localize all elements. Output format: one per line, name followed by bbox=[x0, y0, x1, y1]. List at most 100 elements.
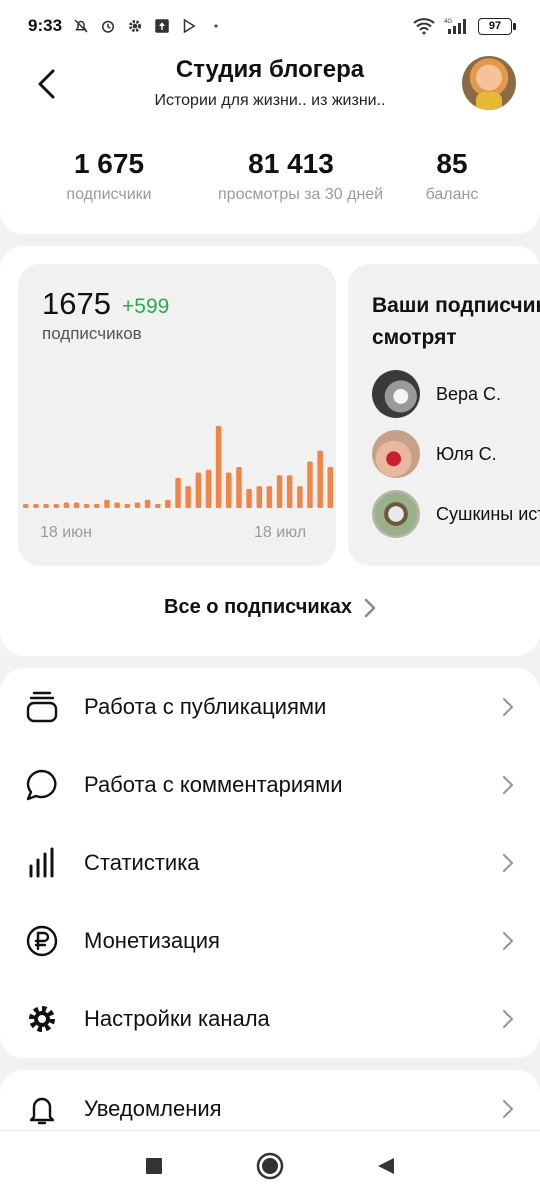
chart-bar bbox=[73, 502, 80, 508]
chart-bar bbox=[104, 499, 110, 508]
chevron-right-icon bbox=[502, 931, 514, 951]
home-circle-icon[interactable] bbox=[256, 1152, 284, 1180]
channel-avatar bbox=[372, 430, 420, 478]
chart-bar bbox=[134, 502, 141, 508]
channel-subtitle: Истории для жизни.. из жизни.. bbox=[154, 92, 386, 109]
chart-bar bbox=[226, 472, 232, 508]
status-notification-icons bbox=[72, 17, 225, 35]
watch-title-line2: смотрят bbox=[372, 326, 457, 349]
wifi-icon bbox=[413, 18, 435, 35]
channel-name: Юля С. bbox=[436, 443, 497, 464]
watch-title: Ваши подписчики смотрят bbox=[372, 290, 540, 354]
chart-bar bbox=[286, 475, 293, 508]
chart-bar bbox=[215, 426, 222, 508]
chart-bar bbox=[43, 504, 49, 508]
menu-item-comments[interactable]: Работа с комментариями bbox=[0, 746, 540, 824]
chart-bar bbox=[53, 504, 59, 508]
bell-icon bbox=[24, 1091, 60, 1127]
menu-item-label: Работа с публикациями bbox=[84, 694, 327, 719]
chevron-right-icon bbox=[502, 1009, 514, 1029]
page-title: Студия блогера bbox=[175, 56, 365, 83]
comment-bubble-icon bbox=[24, 767, 60, 803]
chart-bar bbox=[236, 467, 242, 508]
stat-label: баланс bbox=[425, 186, 479, 203]
recents-square-icon[interactable] bbox=[144, 1156, 164, 1176]
chart-bar bbox=[23, 504, 29, 508]
chart-bar bbox=[114, 502, 120, 508]
chart-bar bbox=[256, 486, 262, 508]
notifications-off-icon bbox=[74, 19, 88, 33]
play-store-icon bbox=[183, 18, 196, 34]
svg-text:4G: 4G bbox=[444, 19, 452, 25]
chart-bar bbox=[83, 504, 90, 508]
status-bar: 9:33 4G 97 bbox=[0, 0, 540, 52]
channel-header: Студия блогера Истории для жизни.. из жи… bbox=[0, 52, 540, 234]
channel-name: Вера С. bbox=[436, 383, 502, 404]
menu-item-label: Настройки канала bbox=[84, 1006, 270, 1031]
chart-bar bbox=[94, 504, 100, 508]
channel-name: Сушкины истории bbox=[436, 503, 540, 524]
channel-avatar bbox=[372, 490, 420, 538]
bar-chart-icon bbox=[24, 845, 60, 881]
notifications-section: Уведомления bbox=[0, 1070, 540, 1130]
chart-bar bbox=[297, 486, 303, 508]
studio-menu: Работа с публикациями Работа с комментар… bbox=[0, 668, 540, 1058]
menu-item-statistics[interactable]: Статистика bbox=[0, 824, 540, 902]
watch-item[interactable]: Вера С. bbox=[372, 370, 501, 418]
status-time: 9:33 bbox=[28, 16, 63, 35]
axis-end-label: 18 июл bbox=[254, 524, 307, 541]
chart-bar bbox=[124, 504, 130, 508]
gear-status-icon bbox=[129, 20, 142, 32]
subscribers-section: 1675 +599 подписчиков 18 июн 18 июл Ваши… bbox=[0, 246, 540, 656]
watch-item[interactable]: Юля С. bbox=[372, 430, 497, 478]
signal-icon: 4G bbox=[444, 19, 466, 34]
menu-item-notifications[interactable]: Уведомления bbox=[0, 1070, 540, 1130]
chart-bar bbox=[276, 475, 283, 508]
publications-stack-icon bbox=[24, 689, 60, 725]
menu-item-monetization[interactable]: Монетизация bbox=[0, 902, 540, 980]
stat-label: подписчики bbox=[66, 186, 152, 203]
subscribers-bar-chart bbox=[23, 426, 333, 508]
stat-label: просмотры за 30 дней bbox=[218, 186, 384, 203]
chart-bar bbox=[246, 488, 252, 508]
chart-bar bbox=[205, 469, 212, 508]
menu-item-label: Уведомления bbox=[84, 1096, 222, 1121]
chart-bar bbox=[165, 499, 171, 508]
chevron-right-icon bbox=[364, 598, 376, 617]
avatar[interactable] bbox=[462, 56, 516, 110]
chart-bar bbox=[63, 502, 70, 508]
gear-icon bbox=[24, 1001, 60, 1037]
chevron-right-icon bbox=[502, 853, 514, 873]
menu-item-label: Статистика bbox=[84, 850, 200, 875]
chart-bar bbox=[327, 467, 333, 508]
menu-item-channel-settings[interactable]: Настройки канала bbox=[0, 980, 540, 1058]
chart-bar bbox=[307, 461, 313, 508]
back-triangle-icon[interactable] bbox=[376, 1156, 396, 1176]
stat-balance[interactable]: 85 баланс bbox=[364, 148, 540, 204]
chart-bar bbox=[185, 486, 191, 508]
stat-value: 85 bbox=[436, 148, 468, 179]
menu-item-label: Монетизация bbox=[84, 928, 220, 953]
stat-value: 1 675 bbox=[73, 148, 145, 179]
axis-start-label: 18 июн bbox=[40, 524, 93, 541]
chart-bar bbox=[175, 477, 181, 508]
chart-bar bbox=[195, 472, 202, 508]
chart-bar bbox=[155, 504, 161, 508]
watch-item[interactable]: Сушкины истории bbox=[372, 490, 540, 538]
battery-indicator: 97 bbox=[478, 17, 516, 35]
subscribers-chart-tile[interactable]: 1675 +599 подписчиков 18 июн 18 июл bbox=[18, 264, 336, 566]
dot-icon bbox=[214, 24, 218, 28]
stats-row: 1 675 подписчики 81 413 просмотры за 30 … bbox=[0, 148, 540, 204]
subscribers-watch-tile[interactable]: Ваши подписчики смотрят Вера С. Юля С. С… bbox=[348, 264, 540, 566]
stat-value: 81 413 bbox=[248, 148, 334, 179]
menu-item-publications[interactable]: Работа с публикациями bbox=[0, 668, 540, 746]
all-subscribers-link[interactable]: Все о подписчиках bbox=[0, 596, 540, 619]
ruble-coin-icon bbox=[24, 923, 60, 959]
stat-views[interactable]: 81 413 просмотры за 30 дней bbox=[218, 148, 384, 204]
chevron-right-icon bbox=[502, 697, 514, 717]
all-subscribers-label: Все о подписчиках bbox=[164, 596, 352, 618]
channel-avatar bbox=[372, 370, 420, 418]
stat-subscribers[interactable]: 1 675 подписчики bbox=[0, 148, 218, 204]
watch-title-line1: Ваши подписчики bbox=[372, 294, 540, 317]
menu-item-label: Работа с комментариями bbox=[84, 772, 343, 797]
